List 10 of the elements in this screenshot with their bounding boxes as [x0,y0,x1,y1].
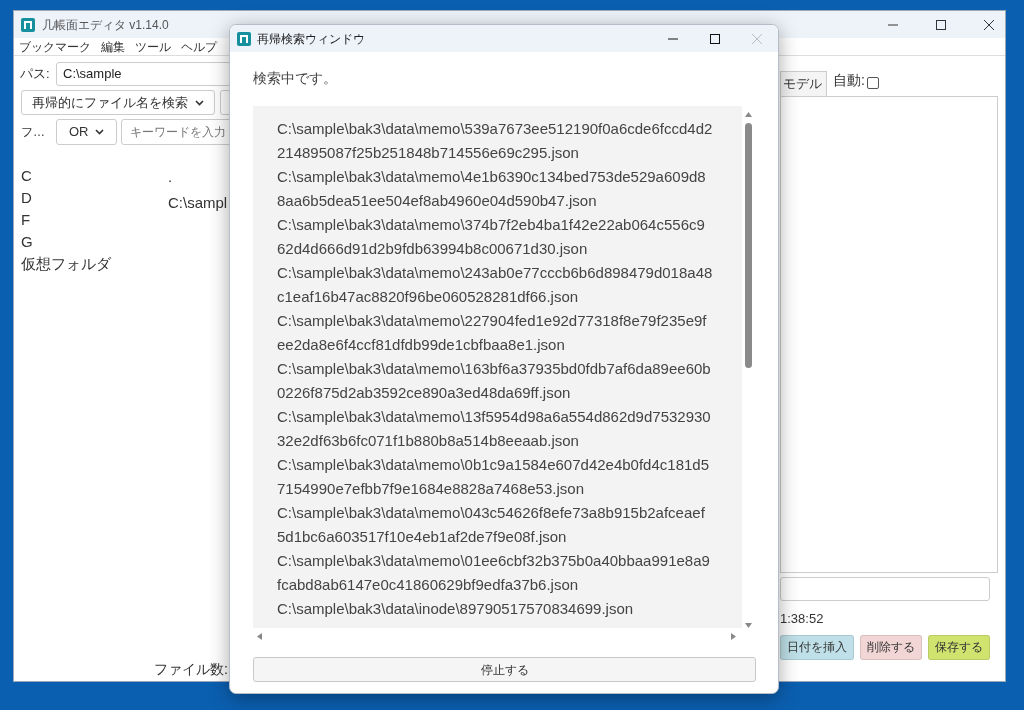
timestamp: 1:38:52 [780,610,825,628]
window-title: 再帰検索ウィンドウ [257,30,365,48]
file-count-label: ファイル数: [154,660,228,679]
auto-label: 自動: [833,71,865,90]
path-label: パス: [20,65,51,84]
dropdown-value: OR [69,123,89,142]
status-text: 検索中です。 [253,69,338,88]
filter-label: フ… [21,124,46,141]
dropdown-value: 再帰的にファイル名を検索 [32,93,188,112]
window-title: 几帳面エディタ v1.14.0 [42,16,169,34]
